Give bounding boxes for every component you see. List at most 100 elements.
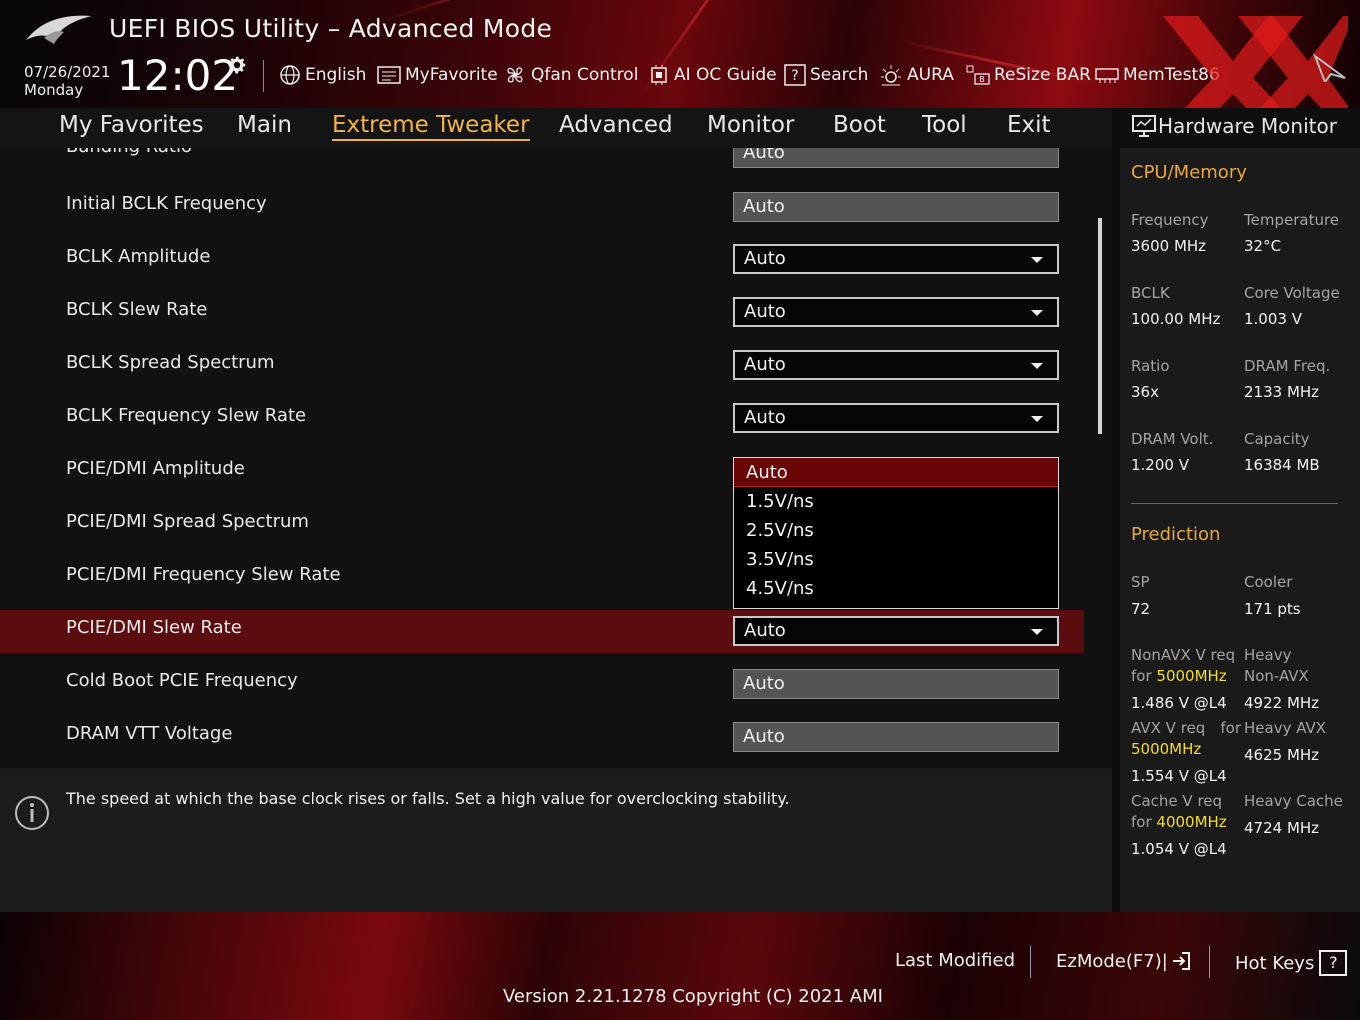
qfan-control-button[interactable]: Qfan Control (503, 62, 638, 88)
last-modified-button[interactable]: Last Modified (895, 950, 1015, 971)
language-label: English (305, 65, 367, 85)
cpu-memory-heading: CPU/Memory (1131, 162, 1247, 183)
tab-main[interactable]: Main (237, 112, 292, 138)
dropdown-value: Auto (744, 620, 786, 641)
prediction-heading: Prediction (1131, 524, 1221, 545)
ai-chip-icon (651, 65, 667, 85)
dropdown-option[interactable]: 2.5V/ns (734, 516, 1058, 545)
cache-vreq-value: 1.054 V @L4 (1131, 840, 1227, 858)
setting-label: BCLK Amplitude (66, 246, 211, 267)
setting-value-box[interactable]: Auto (733, 192, 1059, 222)
nonavx-vreq-label: NonAVX V req for 5000MHz (1131, 645, 1235, 687)
chevron-down-icon (1031, 257, 1043, 263)
cache-vreq-label: Cache V req for 4000MHz (1131, 791, 1227, 833)
monitor-icon (1132, 115, 1156, 137)
myfavorite-label: MyFavorite (405, 65, 498, 85)
avx-freq-highlight: 5000MHz (1131, 740, 1202, 758)
tab-boot[interactable]: Boot (833, 112, 886, 138)
exit-arrow-icon (1172, 952, 1190, 970)
nonavx-for-line: for 5000MHz (1131, 666, 1235, 687)
setting-dropdown[interactable]: Auto (733, 616, 1059, 646)
aura-button[interactable]: AURA (879, 62, 954, 88)
setting-label: Initial BCLK Frequency (66, 193, 267, 214)
chevron-down-icon (1031, 363, 1043, 369)
footer-divider (1209, 946, 1210, 978)
setting-label: PCIE/DMI Frequency Slew Rate (66, 564, 341, 585)
svg-text:B: B (979, 75, 985, 84)
setting-value-box[interactable]: Auto (733, 669, 1059, 699)
version-text: Version 2.21.1278 Copyright (C) 2021 AMI (503, 986, 883, 1007)
dropdown-option[interactable]: 4.5V/ns (734, 574, 1058, 603)
tab-monitor[interactable]: Monitor (707, 112, 794, 138)
bclk-value: 100.00 MHz (1131, 310, 1221, 328)
temperature-value: 32°C (1244, 237, 1282, 255)
setting-dropdown[interactable]: Auto (733, 350, 1059, 380)
hotkeys-button[interactable]: Hot Keys ? (1235, 950, 1348, 976)
cooler-label: Cooler (1244, 573, 1293, 591)
setting-value-box[interactable]: Auto (733, 148, 1059, 168)
date-display: 07/26/2021 Monday (24, 63, 110, 99)
chevron-down-icon (1031, 310, 1043, 316)
ezmode-label: EzMode(F7)| (1056, 950, 1168, 972)
ezmode-button[interactable]: EzMode(F7)| (1056, 950, 1192, 972)
setting-dropdown[interactable]: Auto (733, 244, 1059, 274)
frequency-label: Frequency (1131, 211, 1209, 229)
setting-value-box[interactable]: Auto (733, 722, 1059, 752)
search-button[interactable]: ? Search (784, 62, 868, 88)
hardware-monitor-title: Hardware Monitor (1158, 114, 1337, 138)
dram-volt-label: DRAM Volt. (1131, 430, 1214, 448)
cache-label-text: Cache V req (1131, 792, 1223, 810)
myfavorite-button[interactable]: MyFavorite (377, 62, 498, 88)
sp-value: 72 (1131, 600, 1151, 618)
setting-dropdown[interactable]: Auto (733, 403, 1059, 433)
resize-bar-icon: B (966, 65, 990, 85)
header-divider (263, 60, 264, 92)
footer-divider (1030, 946, 1031, 978)
dram-volt-value: 1.200 V (1131, 456, 1189, 474)
ai-oc-guide-label: AI OC Guide (674, 65, 777, 85)
ai-oc-guide-button[interactable]: AI OC Guide (648, 62, 777, 88)
dropdown-option[interactable]: 1.5V/ns (734, 487, 1058, 516)
avx-label-line: AVX V req for (1131, 718, 1241, 739)
date-text: 07/26/2021 (24, 63, 111, 81)
sp-label: SP (1131, 573, 1150, 591)
gear-icon[interactable] (226, 54, 248, 76)
cursor-mode-icon[interactable] (1311, 52, 1349, 82)
heavy-avx-value: 4625 MHz (1244, 746, 1320, 764)
setting-label: BCLK Spread Spectrum (66, 352, 275, 373)
nonavx-vreq-value: 1.486 V @L4 (1131, 694, 1227, 712)
tab-exit[interactable]: Exit (1007, 112, 1051, 138)
help-divider (0, 768, 1112, 776)
heavy-text: Heavy (1244, 646, 1292, 664)
dropdown-option[interactable]: 3.5V/ns (734, 545, 1058, 574)
dropdown-value: Auto (744, 407, 786, 428)
tab-advanced[interactable]: Advanced (559, 112, 673, 138)
resize-bar-label: ReSize BAR (994, 65, 1091, 85)
svg-text:?: ? (791, 68, 798, 84)
app-title: UEFI BIOS Utility – Advanced Mode (109, 14, 553, 43)
setting-label: PCIE/DMI Slew Rate (66, 617, 242, 638)
tab-my-favorites[interactable]: My Favorites (59, 112, 204, 138)
cache-freq-highlight: 4000MHz (1156, 813, 1227, 831)
cache-for-text: for (1131, 813, 1152, 831)
dropdown-option[interactable]: Auto (734, 458, 1058, 487)
hotkeys-label: Hot Keys (1235, 952, 1315, 974)
capacity-label: Capacity (1244, 430, 1310, 448)
cache-for-line: for 4000MHz (1131, 812, 1227, 833)
language-button[interactable]: English (279, 62, 366, 88)
dropdown-list[interactable]: Auto 1.5V/ns 2.5V/ns 3.5V/ns 4.5V/ns (733, 457, 1059, 609)
setting-label: BCLK Slew Rate (66, 299, 208, 320)
tab-tool[interactable]: Tool (922, 112, 967, 138)
heavy-cache-value: 4724 MHz (1244, 819, 1320, 837)
setting-dropdown[interactable]: Auto (733, 297, 1059, 327)
avx-for-text: for (1220, 719, 1241, 737)
heavy-avx-label: Heavy AVX (1244, 719, 1327, 737)
search-help-icon: ? (784, 64, 806, 86)
resize-bar-button[interactable]: B ReSize BAR (966, 62, 1091, 88)
temperature-label: Temperature (1244, 211, 1340, 229)
tab-extreme-tweaker[interactable]: Extreme Tweaker (332, 112, 530, 141)
avx-vreq-label: AVX V req for 5000MHz (1131, 718, 1241, 760)
scrollbar-thumb[interactable] (1098, 218, 1102, 434)
aura-light-icon (881, 65, 901, 86)
dropdown-value: Auto (744, 248, 786, 269)
